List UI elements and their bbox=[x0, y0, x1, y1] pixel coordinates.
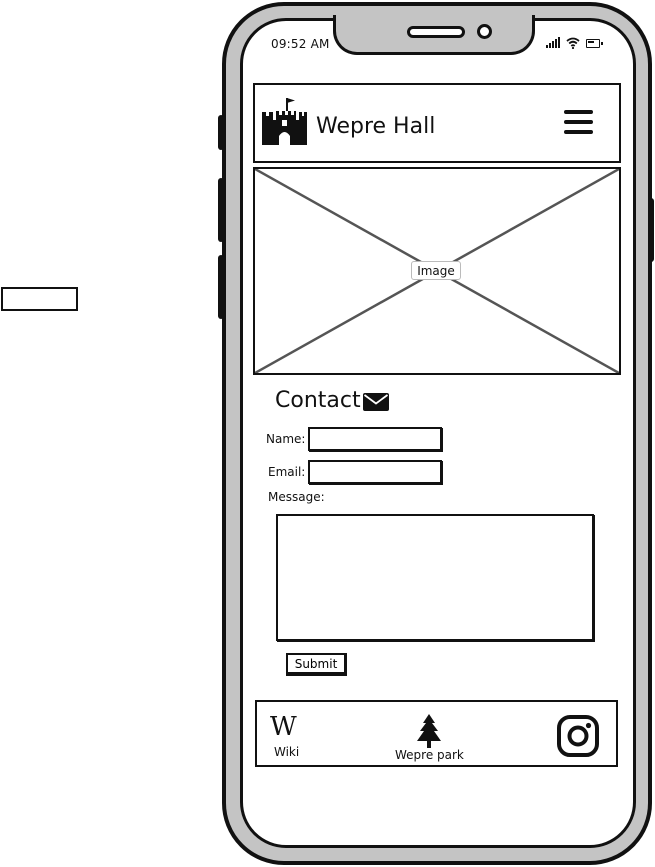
site-title: Wepre Hall bbox=[316, 114, 436, 139]
status-icons bbox=[546, 36, 603, 50]
hamburger-menu-icon[interactable] bbox=[564, 110, 593, 134]
status-time: 09:52 AM bbox=[271, 37, 330, 51]
email-input[interactable] bbox=[308, 460, 442, 484]
wifi-icon bbox=[566, 37, 580, 49]
envelope-icon bbox=[363, 393, 389, 411]
image-placeholder-label: Image bbox=[411, 261, 461, 280]
placeholder-box bbox=[1, 287, 78, 311]
wikipedia-icon[interactable]: W bbox=[270, 714, 297, 740]
wiki-link[interactable]: Wiki bbox=[274, 745, 299, 759]
signal-icon bbox=[546, 36, 560, 48]
speaker-grille bbox=[407, 26, 465, 38]
message-label: Message: bbox=[268, 490, 325, 504]
camera-icon bbox=[477, 24, 492, 39]
castle-icon bbox=[262, 98, 307, 145]
tree-icon[interactable] bbox=[416, 714, 442, 748]
instagram-icon[interactable] bbox=[557, 715, 599, 757]
name-label: Name: bbox=[266, 432, 306, 446]
wepre-park-link[interactable]: Wepre park bbox=[395, 748, 464, 762]
email-label: Email: bbox=[268, 465, 306, 479]
name-input[interactable] bbox=[308, 427, 442, 451]
contact-heading: Contact bbox=[275, 388, 361, 413]
battery-icon bbox=[586, 39, 603, 48]
submit-button[interactable]: Submit bbox=[286, 653, 347, 676]
message-textarea[interactable] bbox=[276, 514, 594, 641]
